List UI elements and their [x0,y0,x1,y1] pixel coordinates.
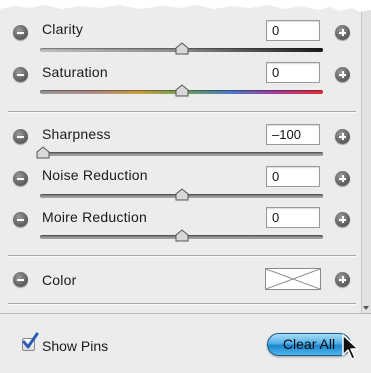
sharpness-slider-thumb[interactable] [36,146,50,159]
clear-all-button[interactable]: Clear All [267,333,351,356]
section-divider [8,303,356,304]
color-label: Color [42,272,77,288]
sharpness-label: Sharpness [42,126,111,142]
adjustment-list: Clarity 0 Saturation 0 Sharpness –100 No… [0,0,361,313]
saturation-slider-thumb[interactable] [175,84,189,97]
sharpness-value-field[interactable]: –100 [266,124,320,145]
arrow-cursor-icon [342,334,359,360]
sharpness-minus-icon[interactable] [13,129,28,144]
moire-reduction-minus-icon[interactable] [13,212,28,227]
color-swatch[interactable] [265,268,321,290]
moire-reduction-plus-icon[interactable] [335,212,350,227]
clarity-label: Clarity [42,21,84,37]
noise-reduction-minus-icon[interactable] [13,171,28,186]
noise-reduction-slider-thumb[interactable] [175,188,189,201]
no-color-icon [266,269,320,289]
scroll-down-arrow-icon[interactable] [363,306,369,310]
moire-reduction-value-field[interactable]: 0 [266,207,320,228]
moire-reduction-slider-thumb[interactable] [175,229,189,242]
saturation-minus-icon[interactable] [13,67,28,82]
local-adjustments-panel: Clarity 0 Saturation 0 Sharpness –100 No… [0,0,371,373]
clarity-slider-thumb[interactable] [175,42,189,55]
color-minus-icon[interactable] [13,272,28,287]
saturation-label: Saturation [42,64,108,80]
vertical-scrollbar[interactable] [361,0,371,313]
saturation-plus-icon[interactable] [335,67,350,82]
noise-reduction-plus-icon[interactable] [335,171,350,186]
section-divider [8,111,356,112]
noise-reduction-label: Noise Reduction [42,167,148,183]
checkmark-icon [22,332,39,349]
clarity-minus-icon[interactable] [13,25,28,40]
section-divider [8,255,356,256]
clarity-value-field[interactable]: 0 [266,20,320,41]
saturation-value-field[interactable]: 0 [266,62,320,83]
noise-reduction-value-field[interactable]: 0 [266,166,320,187]
show-pins-label: Show Pins [42,338,109,354]
clarity-plus-icon[interactable] [335,25,350,40]
sharpness-slider-track[interactable] [40,152,323,156]
moire-reduction-label: Moire Reduction [42,209,147,225]
torn-edge [0,0,371,12]
color-plus-icon[interactable] [335,272,350,287]
sharpness-plus-icon[interactable] [335,129,350,144]
